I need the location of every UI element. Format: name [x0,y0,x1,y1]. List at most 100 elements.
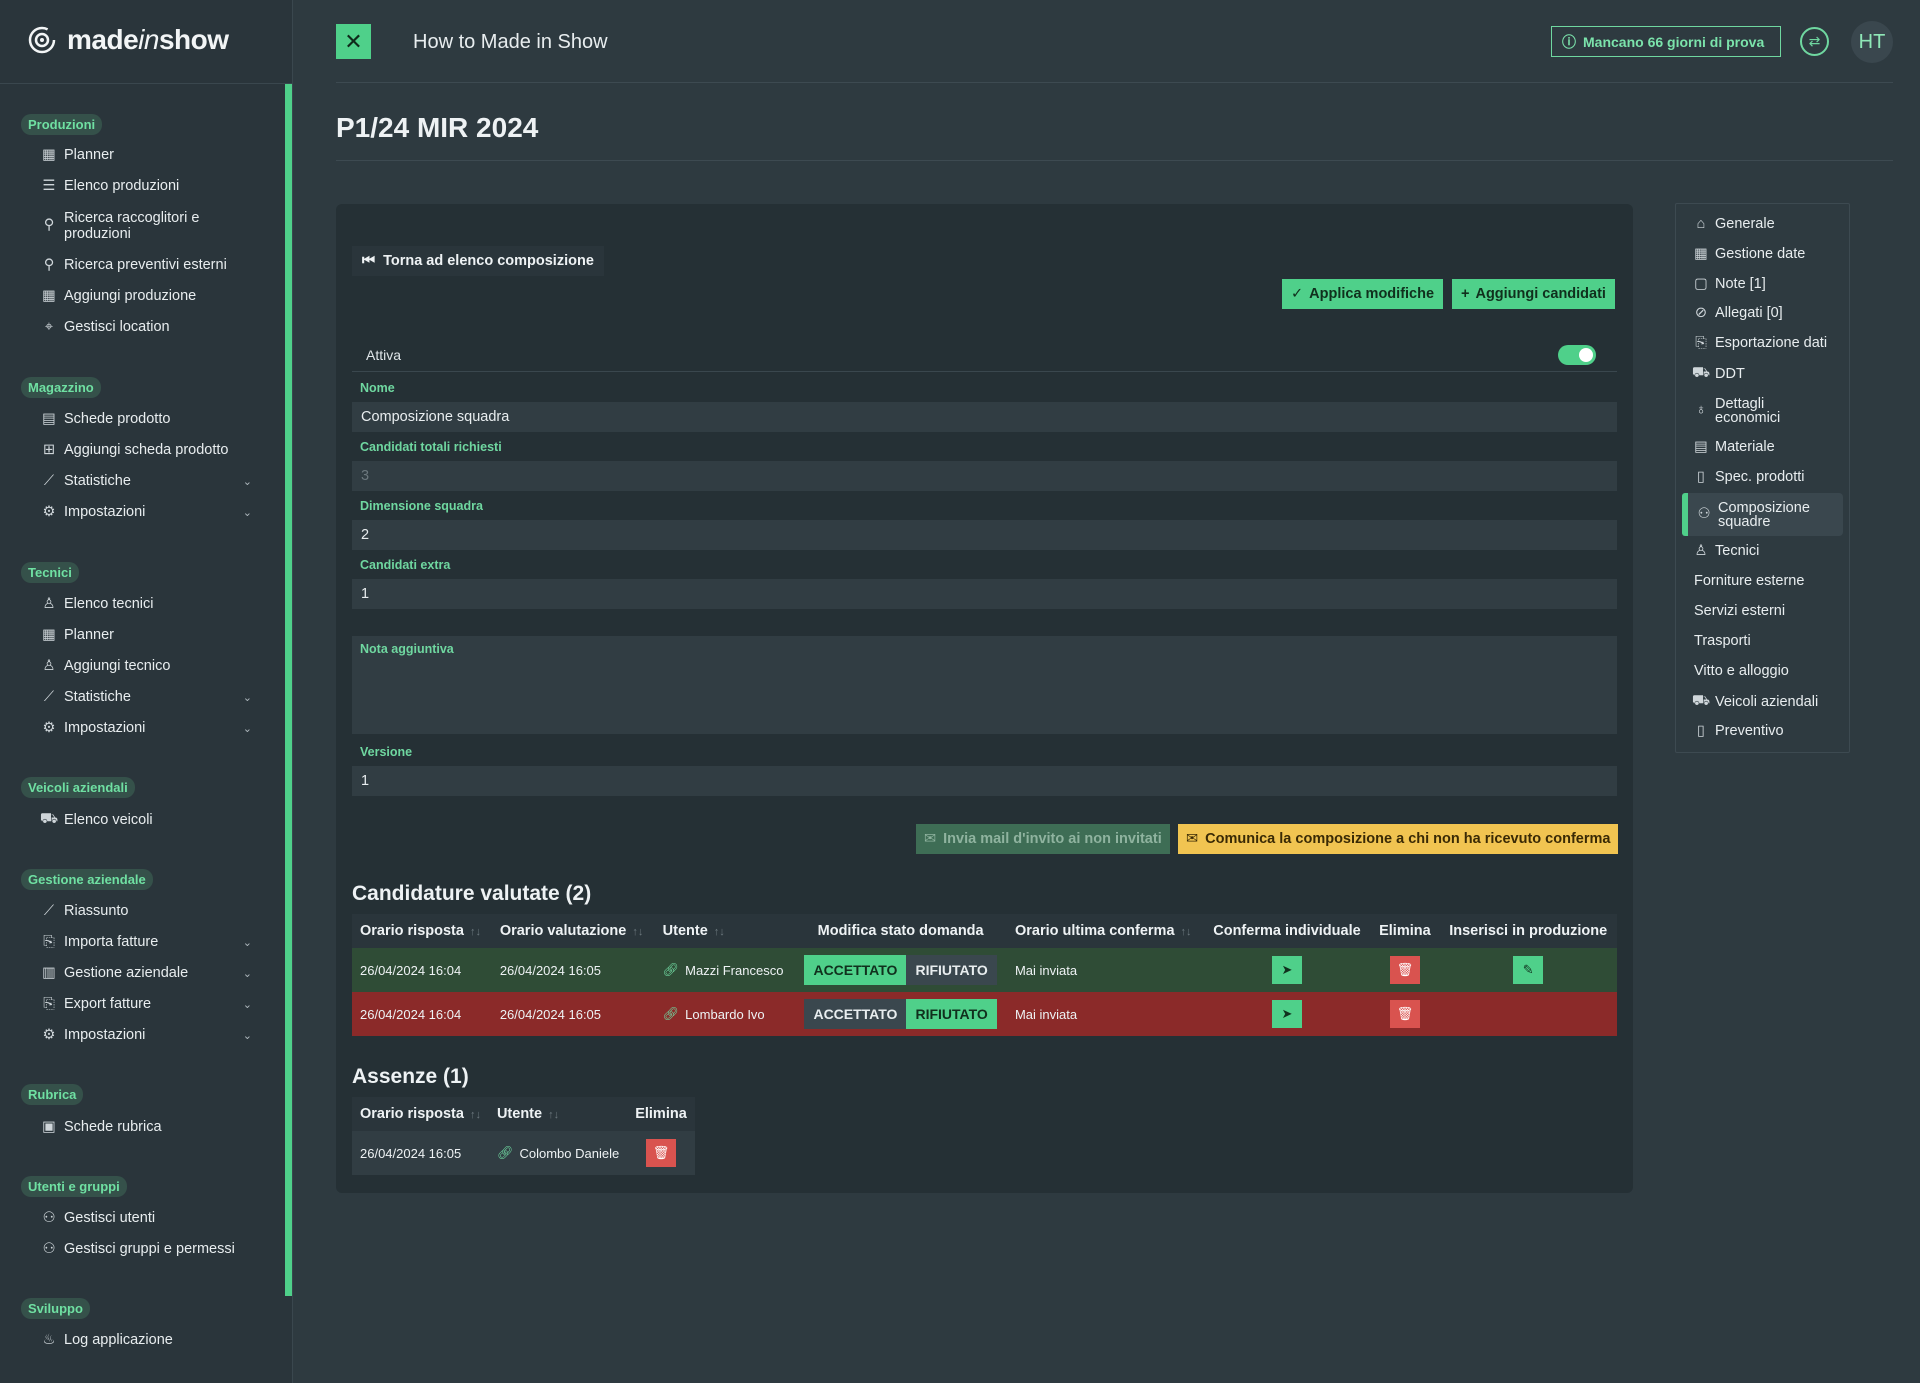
sidebar-item-export-fatture[interactable]: ⎘ Export fatture ⌄ [42,996,252,1012]
delete-button[interactable]: 🗑︎ [1389,1000,1420,1028]
nav-preventivo[interactable]: ▯ Preventivo [1694,723,1844,739]
sidebar-item-impostazioni-magazzino[interactable]: ⚙ Impostazioni ⌄ [42,504,253,520]
sidebar-item-label: Log applicazione [64,1332,173,1348]
versione-input[interactable]: 1 [352,766,1617,796]
communicate-composition-button[interactable]: ✉ Comunica la composizione a chi non ha r… [1178,824,1619,854]
reject-button[interactable]: RIFIUTATO [906,999,997,1029]
apply-changes-button[interactable]: ✓ Applica modifiche [1282,279,1444,309]
nav-label: Generale [1715,216,1775,232]
nav-ddt[interactable]: ⛟ DDT [1692,365,1844,383]
nav-esportazione-dati[interactable]: ⎘ Esportazione dati [1694,335,1844,351]
sidebar-item-log-applicazione[interactable]: ♨ Log applicazione [42,1332,252,1348]
add-candidates-button[interactable]: + Aggiungi candidati [1452,279,1615,309]
accept-button[interactable]: ACCETTATO [804,955,907,985]
edit-insert-button[interactable]: ✎ [1513,956,1544,984]
col-orario-risposta[interactable]: Orario risposta ↑↓ [352,914,492,948]
nav-generale[interactable]: ⌂ Generale [1694,216,1844,232]
candidature-title: Candidature valutate (2) [352,882,592,905]
sidebar-item-schede-prodotto[interactable]: ▤ Schede prodotto [42,411,252,427]
cell-utente[interactable]: 🔗︎ Mazzi Francesco [654,948,795,992]
nav-label: Esportazione dati [1715,335,1828,351]
sidebar-scrollbar[interactable] [285,84,292,1296]
close-button[interactable]: ✕ [336,24,371,59]
search-icon: ⚲ [43,217,55,233]
sidebar-item-elenco-produzioni[interactable]: ☰ Elenco produzioni [42,178,252,194]
section-label: Veicoli aziendali [21,777,135,798]
cell-utente[interactable]: 🔗︎ Lombardo Ivo [654,992,795,1036]
switch-account-button[interactable]: ⇄ [1800,27,1829,56]
nav-note[interactable]: ▢ Note [1] [1694,276,1844,292]
mail-icon: ✉ [924,831,937,847]
attiva-toggle[interactable] [1558,345,1596,365]
nav-label: Allegati [0] [1715,305,1783,321]
sidebar-item-gestione-aziendale[interactable]: ▥ Gestione aziendale ⌄ [42,965,252,981]
back-to-list-button[interactable]: ⏮ Torna ad elenco composizione [352,246,604,276]
delete-button[interactable]: 🗑︎ [645,1139,676,1167]
sidebar-item-gestisci-location[interactable]: ⌖ Gestisci location [42,319,252,335]
invite-mail-button[interactable]: ✉ Invia mail d'invito ai non invitati [916,824,1170,854]
reject-button[interactable]: RIFIUTATO [906,955,997,985]
sidebar-item-gestisci-utenti[interactable]: ⚇ Gestisci utenti [42,1210,252,1226]
delete-button[interactable]: 🗑︎ [1389,956,1420,984]
sort-icon: ↑↓ [548,1109,560,1121]
sidebar-item-planner-tecnici[interactable]: ▦ Planner [42,627,252,643]
trial-badge[interactable]: ⓘ Mancano 66 giorni di prova [1551,26,1781,57]
calendar-icon: ▦ [1694,246,1708,262]
list-icon: ☰ [42,178,56,194]
logo-text: madeinshow [67,24,229,55]
app-logo[interactable]: madeinshow [27,22,229,58]
nav-trasporti[interactable]: Trasporti [1694,633,1844,649]
nav-vitto-alloggio[interactable]: Vitto e alloggio [1694,663,1844,679]
sidebar-item-aggiungi-produzione[interactable]: ▦ Aggiungi produzione [42,288,252,304]
sidebar-item-impostazioni-gestione[interactable]: ⚙ Impostazioni ⌄ [42,1027,253,1043]
col-utente[interactable]: Utente ↑↓ [654,914,795,948]
nav-label: Gestione date [1715,246,1806,262]
sidebar-item-label: Gestisci location [64,319,170,335]
nav-composizione-squadre[interactable]: ⚇ Composizione squadre [1697,501,1847,530]
dimensione-squadra-label: Dimensione squadra [360,499,483,513]
sidebar-item-ricerca-raccoglitori[interactable]: ⚲ Ricerca raccoglitori e produzioni [42,210,252,242]
plus-icon: + [1461,286,1470,302]
nav-veicoli-aziendali[interactable]: ⛟ Veicoli aziendali [1692,693,1844,711]
sidebar-item-elenco-tecnici[interactable]: ♙ Elenco tecnici [42,596,252,612]
accept-button[interactable]: ACCETTATO [804,999,907,1029]
nav-spec-prodotti[interactable]: ▯ Spec. prodotti [1694,469,1844,485]
chevron-down-icon: ⌄ [242,722,252,735]
nav-dettagli-economici[interactable]: ♁ Dettagli economici [1694,397,1844,426]
user-name: Colombo Daniele [519,1145,620,1161]
send-confirm-button[interactable]: ➤ [1271,1000,1302,1028]
sidebar-item-label: Schede prodotto [64,411,171,427]
sidebar-item-importa-fatture[interactable]: ⎘ Importa fatture ⌄ [42,934,252,950]
send-confirm-button[interactable]: ➤ [1271,956,1302,984]
sidebar-item-aggiungi-scheda[interactable]: ⊞ Aggiungi scheda prodotto [42,442,252,458]
section-veicoli: Veicoli aziendali [21,777,135,798]
col-utente[interactable]: Utente ↑↓ [488,1097,628,1131]
nav-tecnici[interactable]: ♙ Tecnici [1694,543,1844,559]
sidebar-item-riassunto[interactable]: ⟋ Riassunto [42,903,252,919]
nome-input[interactable]: Composizione squadra [352,402,1617,432]
nav-forniture-esterne[interactable]: Forniture esterne [1694,573,1844,589]
nav-servizi-esterni[interactable]: Servizi esterni [1694,603,1844,619]
col-orario-risposta[interactable]: Orario risposta ↑↓ [352,1097,489,1131]
cell-utente[interactable]: 🔗︎ Colombo Daniele [488,1131,628,1175]
sidebar-item-planner[interactable]: ▦ Planner [42,147,252,163]
col-orario-ultima-conferma[interactable]: Orario ultima conferma ↑↓ [1006,914,1204,948]
sidebar-item-aggiungi-tecnico[interactable]: ♙ Aggiungi tecnico [42,658,252,674]
nav-allegati[interactable]: ⊘ Allegati [0] [1694,305,1844,321]
sidebar-item-ricerca-preventivi[interactable]: ⚲ Ricerca preventivi esterni [42,257,252,273]
sidebar-item-statistiche-magazzino[interactable]: ⟋ Statistiche ⌄ [42,473,252,489]
sidebar-item-impostazioni-tecnici[interactable]: ⚙ Impostazioni ⌄ [42,720,253,736]
nota-aggiuntiva-textarea[interactable] [352,636,1617,734]
avatar[interactable]: HT [1851,21,1893,63]
sidebar-item-statistiche-tecnici[interactable]: ⟋ Statistiche ⌄ [42,689,252,705]
sort-icon: ↑↓ [1180,926,1192,938]
nav-materiale[interactable]: ▤ Materiale [1694,439,1844,455]
sidebar-item-elenco-veicoli[interactable]: ⛟ Elenco veicoli [40,811,252,828]
dimensione-squadra-input[interactable]: 2 [352,520,1617,550]
file-import-icon: ⎘ [43,934,55,950]
nav-gestione-date[interactable]: ▦ Gestione date [1694,246,1844,262]
sidebar-item-gestisci-gruppi[interactable]: ⚇ Gestisci gruppi e permessi [42,1241,252,1257]
candidati-extra-input[interactable]: 1 [352,579,1617,609]
sidebar-item-schede-rubrica[interactable]: ▣ Schede rubrica [42,1119,252,1135]
col-orario-valutazione[interactable]: Orario valutazione ↑↓ [491,914,655,948]
